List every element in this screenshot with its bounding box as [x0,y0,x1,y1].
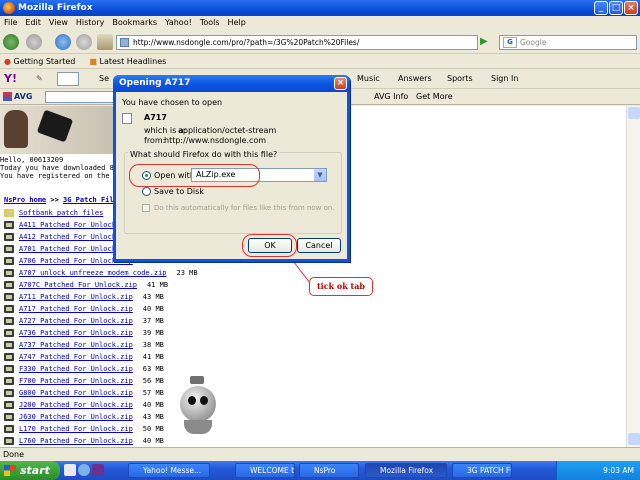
open-with-highlight [129,164,260,187]
yahoo-music[interactable]: Music [357,69,380,89]
start-button[interactable]: start [0,461,60,480]
quicklaunch-icon[interactable] [64,464,76,476]
auto-label: Do this automatically for files like thi… [154,204,335,212]
yahoo-search-button[interactable]: Se [99,69,109,89]
url-bar[interactable]: http://www.nsdongle.com/pro/?path=/3G%20… [116,35,478,50]
download-dialog: Opening A717 × You have chosen to open A… [113,75,350,262]
dialog-title: Opening A717 [119,78,191,88]
yahoo-sign-in[interactable]: Sign In [491,69,518,89]
scroll-up-icon[interactable] [628,107,640,119]
save-to-disk-label[interactable]: Save to Disk [154,187,204,196]
dialog-intro: You have chosen to open [122,98,223,107]
menu-view[interactable]: View [49,16,68,30]
dialog-filename: A717 [144,113,167,122]
yahoo-logo-icon[interactable]: Y! [4,69,17,89]
go-icon[interactable]: ▶ [480,36,488,47]
window-title-bar[interactable]: Mozilla Firefox _ □ × [0,0,640,16]
window-title: Mozilla Firefox [18,3,93,13]
yahoo-search-input[interactable] [57,72,79,86]
clock[interactable]: 9:03 AM [603,466,634,475]
cancel-button[interactable]: Cancel [297,238,341,253]
minimize-button[interactable]: _ [594,1,608,15]
menu-bookmarks[interactable]: Bookmarks [112,16,157,30]
bookmark-getting-started[interactable]: ● Getting Started [4,54,75,68]
menu-bar: File Edit View History Bookmarks Yahoo! … [0,16,640,30]
menu-yahoo[interactable]: Yahoo! [165,16,192,30]
stop-icon[interactable] [76,34,92,50]
task-nspro[interactable]: NsPro [299,463,359,478]
rss-icon: ■ [89,57,97,66]
yahoo-sports[interactable]: Sports [447,69,473,89]
avg-search-input[interactable] [45,91,115,103]
menu-help[interactable]: Help [228,16,246,30]
dialog-close-button[interactable]: × [334,77,347,90]
avg-logo: AVG [14,92,33,101]
windows-logo-icon [4,465,16,476]
quicklaunch-yahoo-icon[interactable] [92,464,104,476]
from-label: from: [144,136,166,145]
google-icon[interactable]: G [503,37,517,48]
home-icon[interactable] [97,34,113,50]
system-tray: 9:03 AM [556,461,640,480]
firefox-bookmark-icon: ● [4,57,11,66]
which-is-value: application/octet-stream [178,126,277,135]
bookmark-latest-headlines[interactable]: ■ Latest Headlines [89,54,166,68]
menu-tools[interactable]: Tools [200,16,220,30]
taskbar: start Yahoo! Messe... WELCOME to ... NsP… [0,461,640,480]
pencil-icon[interactable]: ✎ [36,69,43,89]
task-3g-patch[interactable]: 3G PATCH FO... [452,463,512,478]
quicklaunch-ie-icon[interactable] [78,464,90,476]
status-text: Done [3,450,25,459]
search-input[interactable]: G Google [499,35,637,50]
status-bar: Done [0,447,640,461]
menu-history[interactable]: History [76,16,104,30]
save-to-disk-radio[interactable] [142,187,151,196]
avg-icon [3,92,12,101]
task-yahoo-messenger[interactable]: Yahoo! Messe... [128,463,210,478]
ok-highlight [242,234,297,257]
chevron-down-icon[interactable]: ▼ [314,169,326,181]
dialog-question: What should Firefox do with this file? [128,150,280,159]
search-placeholder: Google [520,38,547,47]
vertical-scrollbar[interactable] [626,106,640,447]
url-text: http://www.nsdongle.com/pro/?path=/3G%20… [133,38,360,47]
maximize-button[interactable]: □ [609,1,623,15]
task-mozilla-firefox[interactable]: Mozilla Firefox [365,463,447,478]
file-icon [122,113,132,124]
avg-get-more[interactable]: Get More [416,89,453,105]
auto-checkbox[interactable] [142,204,150,212]
close-button[interactable]: × [624,1,638,15]
dialog-title-bar[interactable]: Opening A717 × [113,75,350,92]
menu-edit[interactable]: Edit [25,16,41,30]
firefox-icon [3,2,15,14]
task-welcome[interactable]: WELCOME to ... [235,463,295,478]
from-value: http://www.nsdongle.com [164,136,267,145]
avg-info[interactable]: AVG Info [374,89,408,105]
navigation-toolbar: http://www.nsdongle.com/pro/?path=/3G%20… [0,30,640,54]
menu-file[interactable]: File [4,16,17,30]
yahoo-answers[interactable]: Answers [398,69,432,89]
back-icon[interactable] [3,34,19,50]
reload-icon[interactable] [55,34,71,50]
site-favicon [120,38,129,47]
scroll-down-icon[interactable] [628,433,640,445]
bookmarks-toolbar: ● Getting Started ■ Latest Headlines [0,54,640,69]
forward-icon[interactable] [26,34,42,50]
